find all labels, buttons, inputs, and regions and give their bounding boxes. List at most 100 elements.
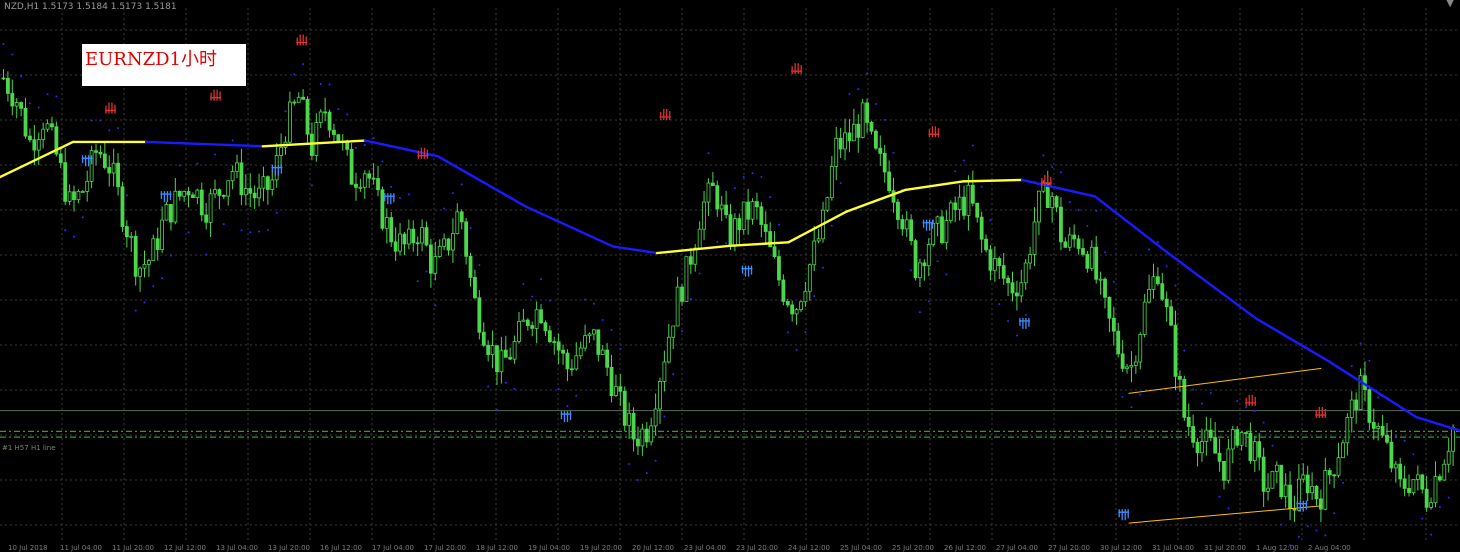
candle-body [918, 262, 922, 279]
fractal-up-icon-glyph [659, 109, 671, 121]
candle-body [1155, 276, 1160, 285]
candle-body [186, 191, 191, 196]
moving-average-segment [962, 178, 1024, 183]
sar-dot [804, 331, 807, 334]
candle-body [578, 347, 583, 357]
candle-body [1279, 464, 1284, 498]
sar-dot [399, 196, 402, 199]
candle-body [508, 356, 513, 360]
candle-body [847, 132, 852, 142]
sar-dot [187, 231, 190, 234]
fractal-up-icon [791, 63, 803, 75]
candle-body [600, 349, 605, 355]
fractal-down-icon-glyph [160, 191, 172, 203]
x-tick-label: 13 Jul 20:00 [268, 544, 310, 552]
sar-dot [460, 183, 463, 186]
x-tick-label: 26 Jul 12:00 [944, 544, 986, 552]
chart-title-label: EURNZD1小时 [82, 44, 246, 86]
sar-dot [275, 211, 278, 214]
candle-body [719, 204, 724, 210]
candle-body [1067, 234, 1072, 248]
candle-body [1226, 448, 1231, 481]
candle-body [1319, 498, 1323, 510]
candle-body [803, 290, 808, 303]
candle-body [1182, 378, 1187, 418]
candle-body [1345, 416, 1350, 444]
sar-dot [134, 309, 137, 312]
candle-body [1332, 474, 1337, 477]
sar-dot [337, 108, 340, 111]
sar-dot [716, 240, 719, 243]
sar-dot [575, 394, 578, 397]
fractal-down-icon [383, 193, 395, 205]
candle-body [1398, 463, 1403, 480]
candle-body [1415, 474, 1420, 480]
sar-dot [531, 295, 534, 298]
candle-body [257, 187, 261, 199]
candle-body [490, 345, 495, 355]
x-tick-label: 2 Aug 04:00 [1308, 544, 1351, 552]
candle-body [1248, 432, 1253, 461]
fractal-down-icon-glyph [383, 193, 395, 205]
candle-body [477, 297, 482, 333]
candle-body [301, 96, 306, 100]
fractal-up-icon-glyph [104, 102, 116, 114]
candle-body [777, 256, 781, 281]
candle-body [1001, 265, 1006, 279]
candle-body [1076, 238, 1081, 249]
candle-body [1222, 460, 1226, 481]
sar-dot [540, 278, 543, 281]
sar-dot [874, 103, 877, 106]
candle-body [389, 217, 394, 243]
sar-dot [1350, 365, 1353, 368]
sar-dot [698, 272, 701, 275]
sar-dot [857, 88, 860, 91]
candle-body [772, 246, 777, 258]
candle-body [406, 228, 411, 245]
sar-dot [971, 144, 974, 147]
candle-body [32, 139, 37, 151]
candle-body [332, 129, 336, 136]
candle-body [503, 349, 508, 358]
sar-dot [196, 162, 199, 165]
sar-dot [813, 295, 816, 298]
candle-body [191, 194, 195, 199]
candle-body [1411, 479, 1416, 494]
sar-dot [55, 95, 58, 98]
moving-average-segment [1327, 359, 1418, 419]
candle-body [1393, 463, 1398, 469]
candle-body [1081, 248, 1085, 255]
sar-dot [1068, 201, 1071, 204]
candle-body [1094, 246, 1099, 280]
sar-dot [681, 330, 684, 333]
fractal-down-icon [560, 411, 572, 423]
candle-body [1407, 488, 1411, 494]
candle-body [199, 189, 204, 216]
sar-dot [910, 269, 913, 272]
candle-body [781, 279, 786, 302]
sar-dot [213, 153, 216, 156]
candle-body [85, 180, 90, 192]
candle-body [992, 258, 997, 271]
sar-dot [152, 285, 155, 288]
fractal-up-icon [1245, 394, 1257, 406]
candle-body [1111, 317, 1116, 332]
candle-body [556, 341, 561, 351]
candle-body [1059, 206, 1063, 243]
x-tick-label: 10 Jul 2018 [8, 544, 48, 552]
candle-body [1376, 426, 1381, 429]
candle-body [1341, 442, 1345, 459]
chevron-down-icon[interactable]: ▼ [1446, 0, 1454, 9]
x-tick-label: 25 Jul 20:00 [892, 544, 934, 552]
candle-body [1204, 429, 1209, 443]
sar-dot [205, 253, 208, 256]
sar-dot [1165, 265, 1168, 268]
candle-body [1274, 464, 1279, 472]
sar-dot [416, 280, 419, 283]
fractal-down-icon [160, 191, 172, 203]
symbol-header: NZD,H1 1.5173 1.5184 1.5173 1.5181 [4, 2, 177, 12]
sar-dot [363, 144, 366, 147]
candle-body [944, 220, 949, 244]
sar-dot [769, 196, 772, 199]
fractal-down-icon-glyph [1018, 317, 1030, 329]
